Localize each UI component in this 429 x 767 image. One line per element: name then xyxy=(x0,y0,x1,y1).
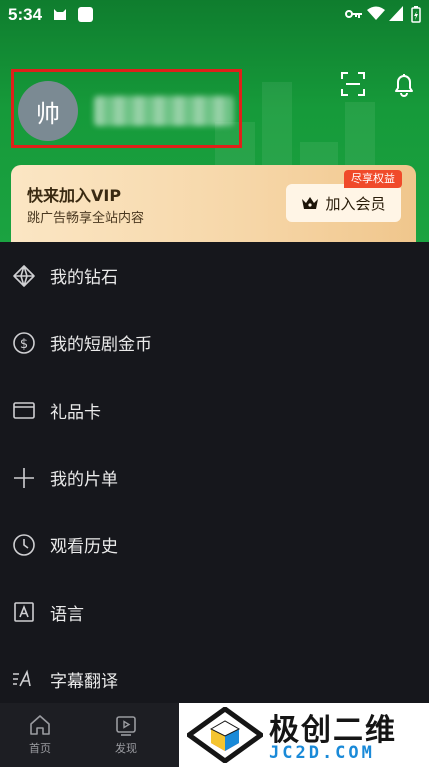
status-time: 5:34 xyxy=(8,5,43,24)
app-square-icon xyxy=(78,7,93,22)
bell-icon[interactable] xyxy=(390,70,418,98)
menu-list: 我的钻石 $ 我的短剧金币 礼品卡 我的片单 观看历史 语言 字幕翻译 xyxy=(0,242,429,713)
avatar[interactable]: 帅 xyxy=(18,81,78,141)
menu-item-playlist[interactable]: 我的片单 xyxy=(0,444,429,511)
clock-icon xyxy=(12,533,36,557)
plus-icon xyxy=(12,466,36,490)
menu-item-label: 我的片单 xyxy=(50,470,118,491)
tab-home[interactable]: 首页 xyxy=(10,713,70,756)
battery-icon xyxy=(411,6,421,23)
watermark: 极创二维 JC2D.COM xyxy=(179,703,429,767)
watermark-logo-icon xyxy=(187,707,263,763)
menu-item-diamonds[interactable]: 我的钻石 xyxy=(0,242,429,309)
menu-item-label: 我的钻石 xyxy=(50,268,118,289)
user-profile-box[interactable]: 帅 xyxy=(11,69,242,148)
menu-item-label: 我的短剧金币 xyxy=(50,335,152,356)
join-vip-label: 加入会员 xyxy=(325,194,386,213)
profile-header: 5:34 帅 快来加入VIP 跳广告畅享全站内容 加入会员 尽享权益 xyxy=(0,0,429,242)
vip-title: 快来加入VIP xyxy=(27,186,122,205)
tab-label: 发现 xyxy=(115,742,137,755)
tab-discover[interactable]: 发现 xyxy=(96,713,156,756)
svg-text:$: $ xyxy=(20,337,28,352)
cat-icon xyxy=(54,9,66,20)
watermark-domain: JC2D.COM xyxy=(269,743,375,763)
menu-item-label: 观看历史 xyxy=(50,537,118,558)
vip-subtitle: 跳广告畅享全站内容 xyxy=(27,211,145,226)
tab-label: 首页 xyxy=(29,742,51,755)
home-icon xyxy=(30,715,50,735)
menu-item-gift-card[interactable]: 礼品卡 xyxy=(0,377,429,444)
vip-promo-card[interactable]: 快来加入VIP 跳广告畅享全站内容 加入会员 尽享权益 xyxy=(11,165,416,242)
scan-icon[interactable] xyxy=(339,70,367,98)
status-bar: 5:34 xyxy=(0,0,429,30)
menu-item-language[interactable]: 语言 xyxy=(0,578,429,645)
crown-icon xyxy=(302,197,319,209)
signal-icon xyxy=(389,6,403,21)
subtitle-translate-icon xyxy=(12,667,36,691)
language-icon xyxy=(12,600,36,624)
wifi-icon xyxy=(367,6,385,20)
coin-icon: $ xyxy=(12,331,36,355)
vip-benefit-badge: 尽享权益 xyxy=(344,170,402,188)
menu-item-label: 礼品卡 xyxy=(50,402,101,423)
menu-item-label: 字幕翻译 xyxy=(50,671,118,692)
discover-icon xyxy=(116,716,136,736)
menu-item-label: 语言 xyxy=(50,604,84,625)
menu-item-coins[interactable]: $ 我的短剧金币 xyxy=(0,309,429,376)
vpn-key-icon xyxy=(345,10,362,18)
card-icon xyxy=(12,398,36,422)
diamond-icon xyxy=(12,264,36,288)
join-vip-button[interactable]: 加入会员 xyxy=(286,184,401,222)
menu-item-history[interactable]: 观看历史 xyxy=(0,511,429,578)
